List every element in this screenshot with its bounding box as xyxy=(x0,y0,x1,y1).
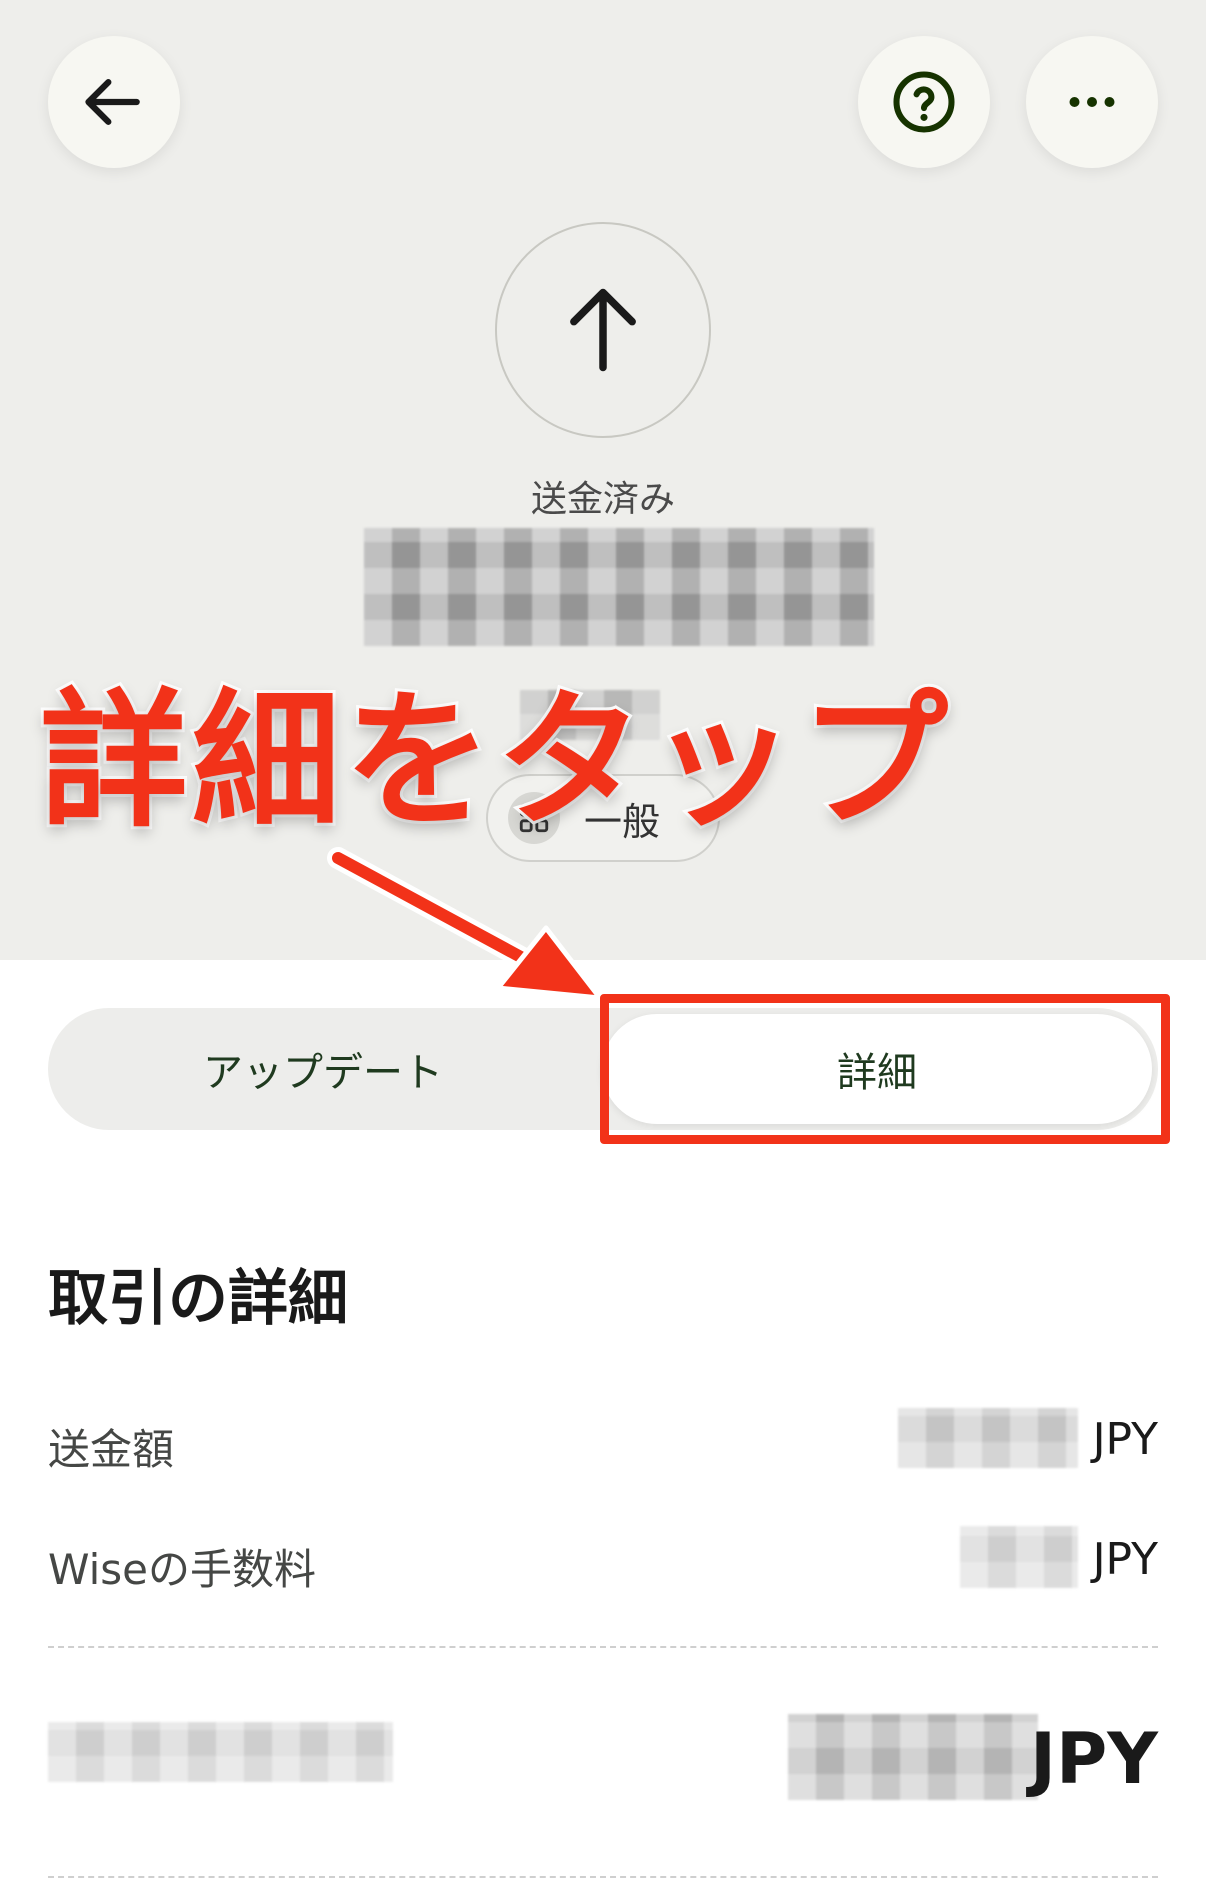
redacted-total-label xyxy=(48,1722,393,1782)
section-title: 取引の詳細 xyxy=(48,1264,348,1334)
help-button[interactable] xyxy=(858,36,990,168)
more-button[interactable] xyxy=(1026,36,1158,168)
detail-label-amount: 送金額 xyxy=(48,1425,175,1474)
detail-label-fee: Wiseの手数料 xyxy=(48,1545,316,1594)
arrow-up-icon xyxy=(570,288,636,372)
tab-updates[interactable]: アップデート xyxy=(48,1008,598,1130)
annotation-arrow-icon xyxy=(327,847,603,1001)
redacted-amount xyxy=(898,1408,1078,1468)
back-button[interactable] xyxy=(48,36,180,168)
redacted-recipient xyxy=(364,528,874,646)
detail-value-fee: JPY xyxy=(1092,1534,1158,1585)
question-circle-icon xyxy=(893,71,955,133)
arrow-left-icon xyxy=(85,79,140,125)
annotation-callout: 詳細をタップ xyxy=(37,672,952,850)
status-label: 送金済み xyxy=(530,479,675,520)
detail-value-total: JPY xyxy=(1029,1718,1158,1800)
annotation-highlight-box xyxy=(600,994,1170,1144)
status-icon-circle xyxy=(495,222,711,438)
detail-value-amount: JPY xyxy=(1092,1414,1158,1465)
divider xyxy=(48,1646,1158,1648)
more-horizontal-icon xyxy=(1069,97,1115,107)
redacted-total-amount xyxy=(788,1714,1038,1800)
redacted-fee xyxy=(960,1526,1078,1588)
divider-bottom xyxy=(48,1876,1158,1878)
